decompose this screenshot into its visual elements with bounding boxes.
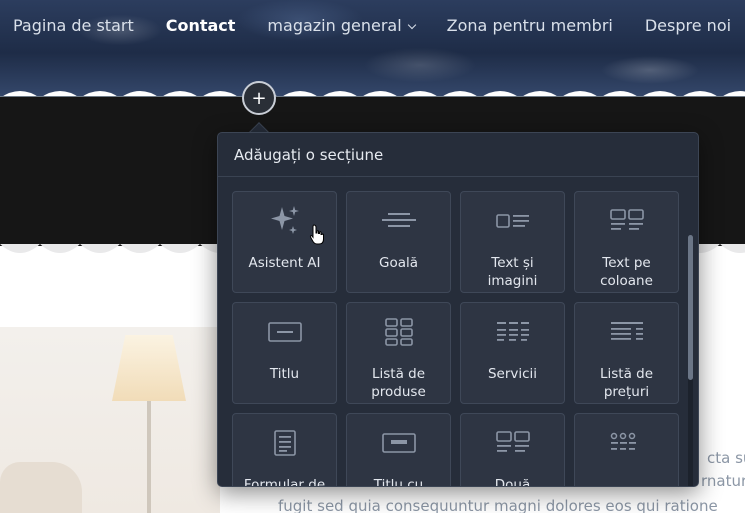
site-header: Pagina de start Contact magazin general … (0, 0, 745, 96)
body-text-line-2: rnatur (701, 472, 745, 490)
product-grid-icon (347, 317, 450, 347)
tile-label: Titlu cu (373, 477, 424, 487)
form-icon (233, 428, 336, 458)
tile-label: Listă de produse (371, 366, 426, 400)
scrollbar-thumb[interactable] (688, 235, 693, 380)
tile-title[interactable]: Titlu (232, 302, 337, 404)
title-icon (233, 317, 336, 347)
mouse-pointer-icon (309, 224, 324, 245)
nav-item-members[interactable]: Zona pentru membri (447, 16, 613, 36)
tile-services[interactable]: Servicii (460, 302, 565, 404)
body-text-line-1: cta su (707, 449, 745, 467)
panel-title: Adăugați o secțiune (234, 146, 384, 164)
nav-item-store-label: magazin general (267, 16, 402, 35)
tile-title-with[interactable]: Titlu cu (346, 413, 451, 487)
blank-lines-icon (347, 206, 450, 236)
tile-label: Două (494, 477, 531, 487)
tile-label: Listă de prețuri (599, 366, 654, 400)
tile-price-list[interactable]: Listă de prețuri (574, 302, 679, 404)
armchair (0, 462, 82, 513)
tile-label: Goală (378, 255, 419, 271)
interior-photo (0, 327, 220, 513)
title-banner-icon (347, 428, 450, 458)
tile-label: Text și imagini (487, 255, 538, 289)
section-templates-list[interactable]: Asistent AI Goală Text și imagini Text p… (218, 177, 698, 487)
panel-scrollbar[interactable] (688, 235, 693, 486)
tile-form[interactable]: Formular de (232, 413, 337, 487)
tile-product-list[interactable]: Listă de produse (346, 302, 451, 404)
nav-item-store[interactable]: magazin general (267, 16, 416, 36)
two-columns-icon (461, 428, 564, 458)
dots-grid-icon (575, 428, 678, 458)
tile-dots-grid[interactable] (574, 413, 679, 486)
lamp-shade (112, 335, 186, 401)
services-icon (461, 317, 564, 347)
tile-label: Asistent AI (248, 255, 321, 271)
nav-item-about[interactable]: Despre noi (645, 16, 731, 36)
chevron-down-icon (407, 20, 416, 29)
main-navigation: Pagina de start Contact magazin general … (13, 16, 745, 36)
tile-label: Formular de (243, 477, 326, 487)
add-section-panel: Adăugați o secțiune Asistent AI Goală Te… (217, 132, 699, 487)
tile-label: Text pe coloane (600, 255, 653, 289)
tile-text-columns[interactable]: Text pe coloane (574, 191, 679, 293)
text-image-icon (461, 206, 564, 236)
tile-label: Titlu (269, 366, 300, 382)
columns-icon (575, 206, 678, 236)
body-text-line-3: fugit sed quia consequuntur magni dolore… (278, 497, 718, 513)
website-editor: Pagina de start Contact magazin general … (0, 0, 745, 513)
price-list-icon (575, 317, 678, 347)
tile-text-images[interactable]: Text și imagini (460, 191, 565, 293)
section-templates-grid: Asistent AI Goală Text și imagini Text p… (232, 191, 679, 487)
tile-label: Servicii (487, 366, 538, 382)
add-section-button[interactable]: + (242, 81, 276, 115)
tile-blank[interactable]: Goală (346, 191, 451, 293)
section-divider-line (0, 96, 745, 97)
plus-icon: + (251, 87, 267, 109)
lamp-pole (147, 401, 151, 513)
tile-two-columns[interactable]: Două (460, 413, 565, 487)
nav-item-home[interactable]: Pagina de start (13, 16, 134, 36)
nav-item-contact[interactable]: Contact (166, 16, 236, 36)
